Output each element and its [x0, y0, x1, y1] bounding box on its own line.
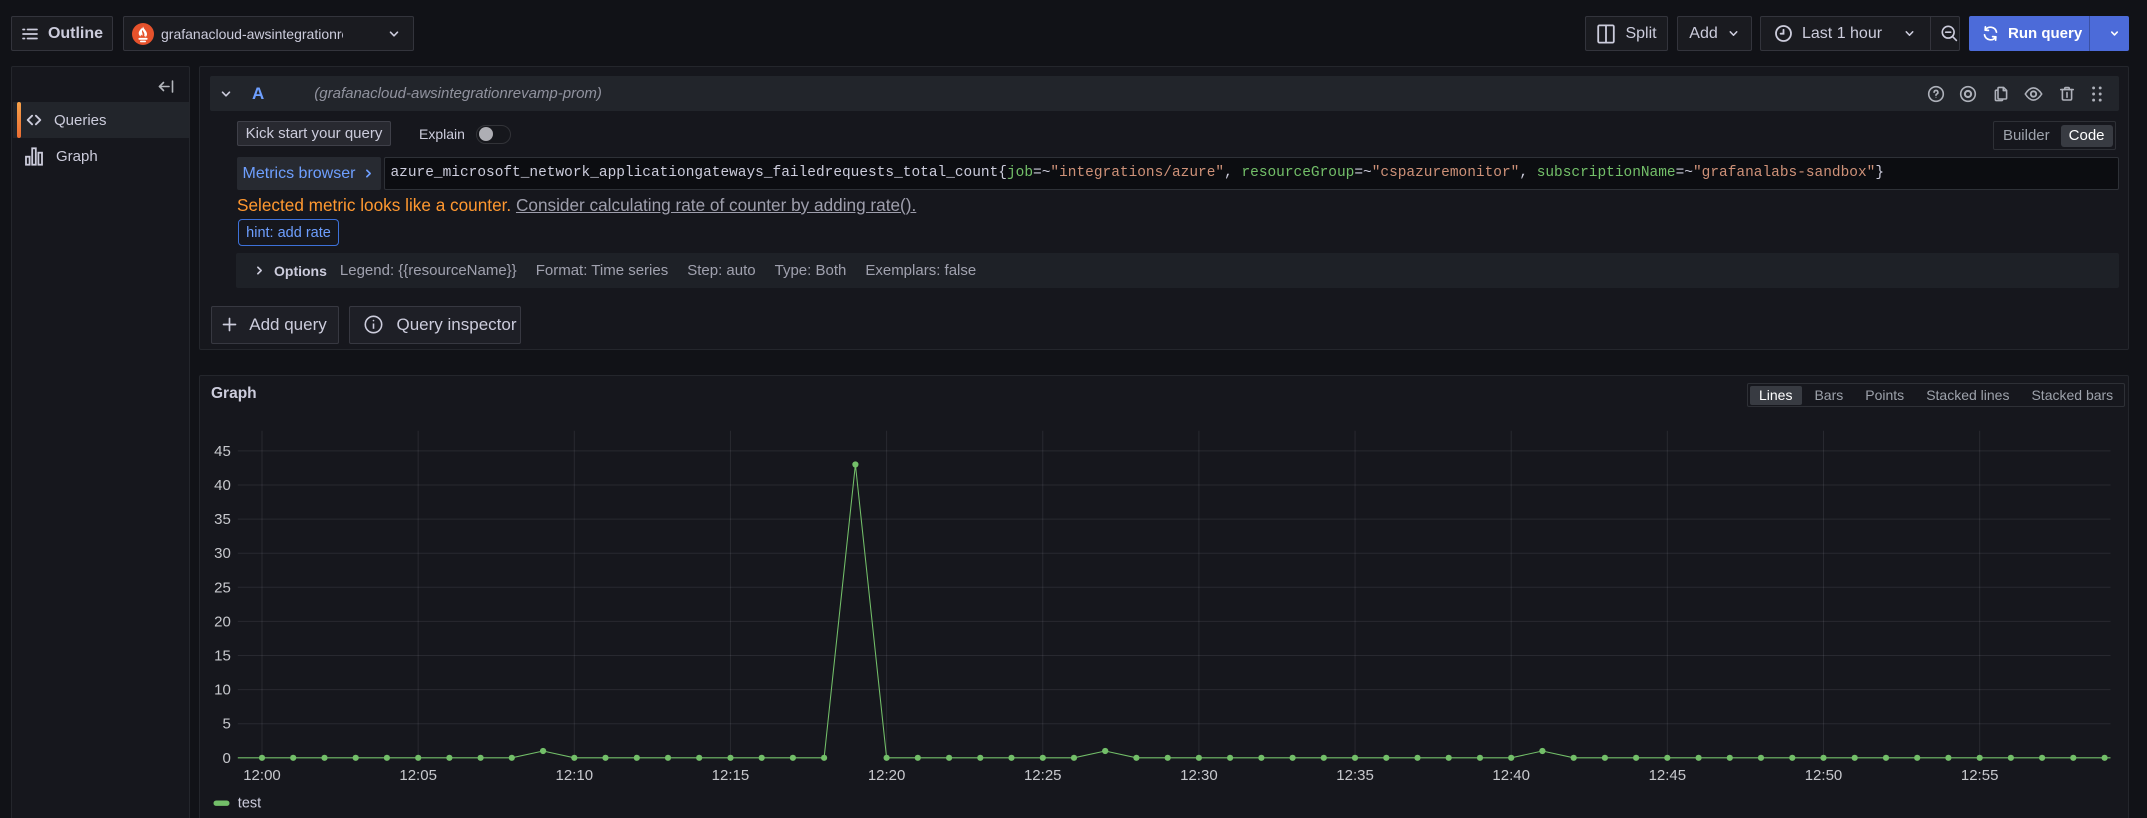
svg-text:12:30: 12:30 [1180, 767, 1218, 784]
svg-text:25: 25 [214, 579, 231, 596]
svg-text:12:35: 12:35 [1336, 767, 1374, 784]
svg-text:0: 0 [222, 750, 230, 767]
svg-text:12:50: 12:50 [1805, 767, 1843, 784]
svg-text:5: 5 [222, 716, 230, 733]
svg-text:40: 40 [214, 477, 231, 494]
svg-text:test: test [238, 796, 261, 812]
svg-text:12:15: 12:15 [712, 767, 750, 784]
svg-text:10: 10 [214, 682, 231, 699]
svg-text:12:45: 12:45 [1649, 767, 1687, 784]
svg-text:12:40: 12:40 [1492, 767, 1530, 784]
svg-text:12:00: 12:00 [243, 767, 281, 784]
svg-text:35: 35 [214, 511, 231, 528]
svg-text:15: 15 [214, 648, 231, 665]
svg-text:45: 45 [214, 443, 231, 460]
svg-text:12:25: 12:25 [1024, 767, 1062, 784]
svg-text:30: 30 [214, 545, 231, 562]
svg-text:12:10: 12:10 [556, 767, 594, 784]
svg-text:12:20: 12:20 [868, 767, 906, 784]
svg-text:12:55: 12:55 [1961, 767, 1999, 784]
svg-text:12:05: 12:05 [399, 767, 437, 784]
svg-text:20: 20 [214, 613, 231, 630]
